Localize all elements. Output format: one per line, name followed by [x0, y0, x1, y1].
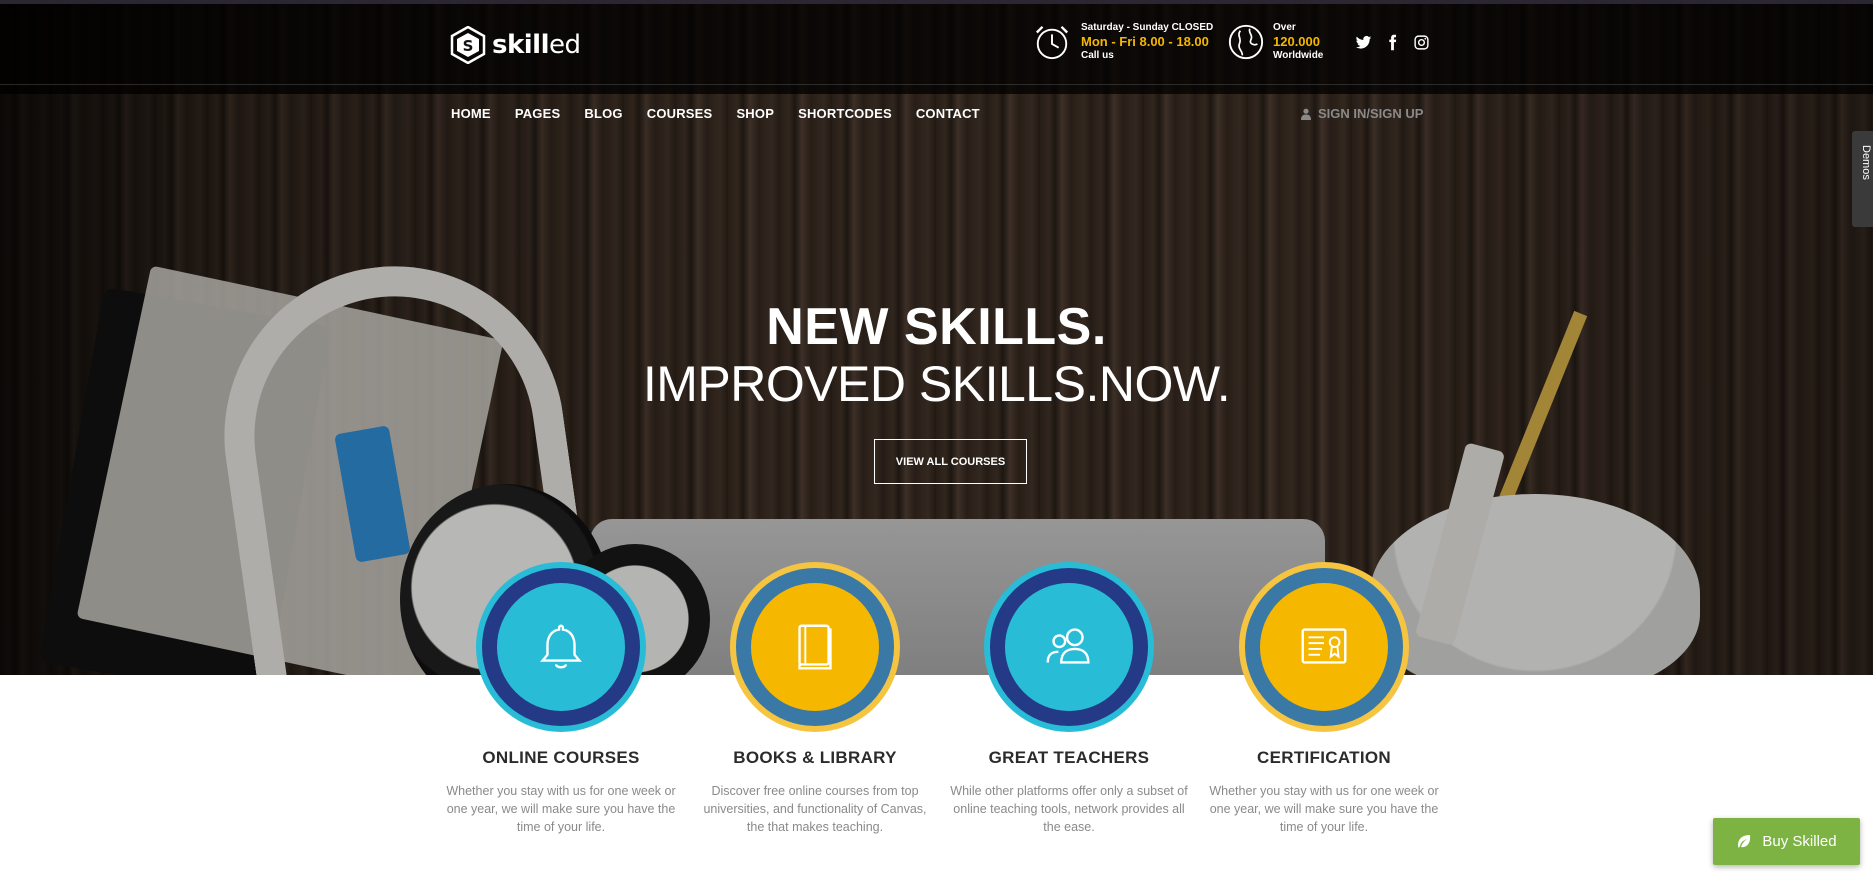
- nav-shortcodes[interactable]: SHORTCODES: [798, 106, 892, 121]
- svg-text:S: S: [463, 37, 474, 55]
- feature-title: GREAT TEACHERS: [988, 748, 1150, 767]
- call-us: Call us: [1081, 50, 1114, 61]
- book-icon: [798, 624, 832, 670]
- nav-shop[interactable]: SHOP: [736, 106, 774, 121]
- users-icon: [1046, 628, 1090, 664]
- leaf-icon: [1738, 834, 1751, 848]
- feature-description: Whether you stay with us for one week or…: [1209, 784, 1439, 834]
- hero-subtitle: IMPROVED SKILLS.NOW.: [642, 356, 1231, 412]
- over-label: Over: [1273, 22, 1296, 33]
- clock-icon: [1035, 25, 1069, 60]
- twitter-icon[interactable]: [1355, 34, 1372, 51]
- nav-contact[interactable]: CONTACT: [916, 106, 980, 121]
- hero-title: NEW SKILLS.: [766, 298, 1107, 356]
- buy-skilled-button[interactable]: Buy Skilled: [1713, 818, 1860, 865]
- certificate-icon: [1301, 628, 1347, 664]
- demos-label: Demos: [1860, 145, 1872, 180]
- instagram-icon[interactable]: [1413, 34, 1430, 51]
- feature-title: CERTIFICATION: [1257, 748, 1391, 767]
- nav-courses[interactable]: COURSES: [647, 106, 713, 121]
- feature-description: Whether you stay with us for one week or…: [446, 784, 676, 834]
- nav-home[interactable]: HOME: [451, 106, 491, 121]
- bell-icon: [540, 624, 582, 669]
- worldwide-label: Worldwide: [1273, 50, 1324, 61]
- student-number: 120.000: [1273, 34, 1320, 49]
- feature-icon-circle[interactable]: [476, 562, 646, 732]
- demos-side-tab[interactable]: Demos: [1852, 131, 1873, 227]
- sign-in-label: SIGN IN/SIGN UP: [1318, 106, 1424, 121]
- main-nav: HOME PAGES BLOG COURSES SHOP SHORTCODES …: [451, 106, 980, 121]
- feature-icon-circle[interactable]: [730, 562, 900, 732]
- nav-blog[interactable]: BLOG: [584, 106, 622, 121]
- feature-icon-circle[interactable]: [984, 562, 1154, 732]
- logo-text: skilled: [492, 30, 581, 60]
- feature-description: Discover free online courses from top un…: [703, 784, 927, 834]
- buy-label: Buy Skilled: [1762, 833, 1837, 850]
- hours-weekend: Saturday - Sunday CLOSED: [1081, 22, 1214, 33]
- feature-icon-circle[interactable]: [1239, 562, 1409, 732]
- site-header: S skilled Saturday - Sunday CLOSED Mon -…: [0, 4, 1873, 85]
- feature-title: ONLINE COURSES: [482, 748, 640, 767]
- user-icon: [1301, 108, 1311, 120]
- globe-icon: [1228, 24, 1264, 60]
- facebook-icon[interactable]: [1384, 34, 1401, 51]
- nav-pages[interactable]: PAGES: [515, 106, 561, 121]
- opening-hours: Saturday - Sunday CLOSED Mon - Fri 8.00 …: [1033, 21, 1213, 63]
- feature-description: While other platforms offer only a subse…: [950, 784, 1188, 834]
- view-all-courses-button[interactable]: VIEW ALL COURSES: [874, 439, 1027, 484]
- social-links: [1355, 34, 1430, 51]
- logo-hex-icon: S: [450, 26, 486, 64]
- logo[interactable]: S skilled: [450, 26, 581, 64]
- student-count: Over 120.000 Worldwide: [1227, 21, 1323, 63]
- sign-in-link[interactable]: SIGN IN/SIGN UP: [1300, 106, 1423, 121]
- hours-weekdays: Mon - Fri 8.00 - 18.00: [1081, 34, 1209, 49]
- feature-title: BOOKS & LIBRARY: [733, 748, 897, 767]
